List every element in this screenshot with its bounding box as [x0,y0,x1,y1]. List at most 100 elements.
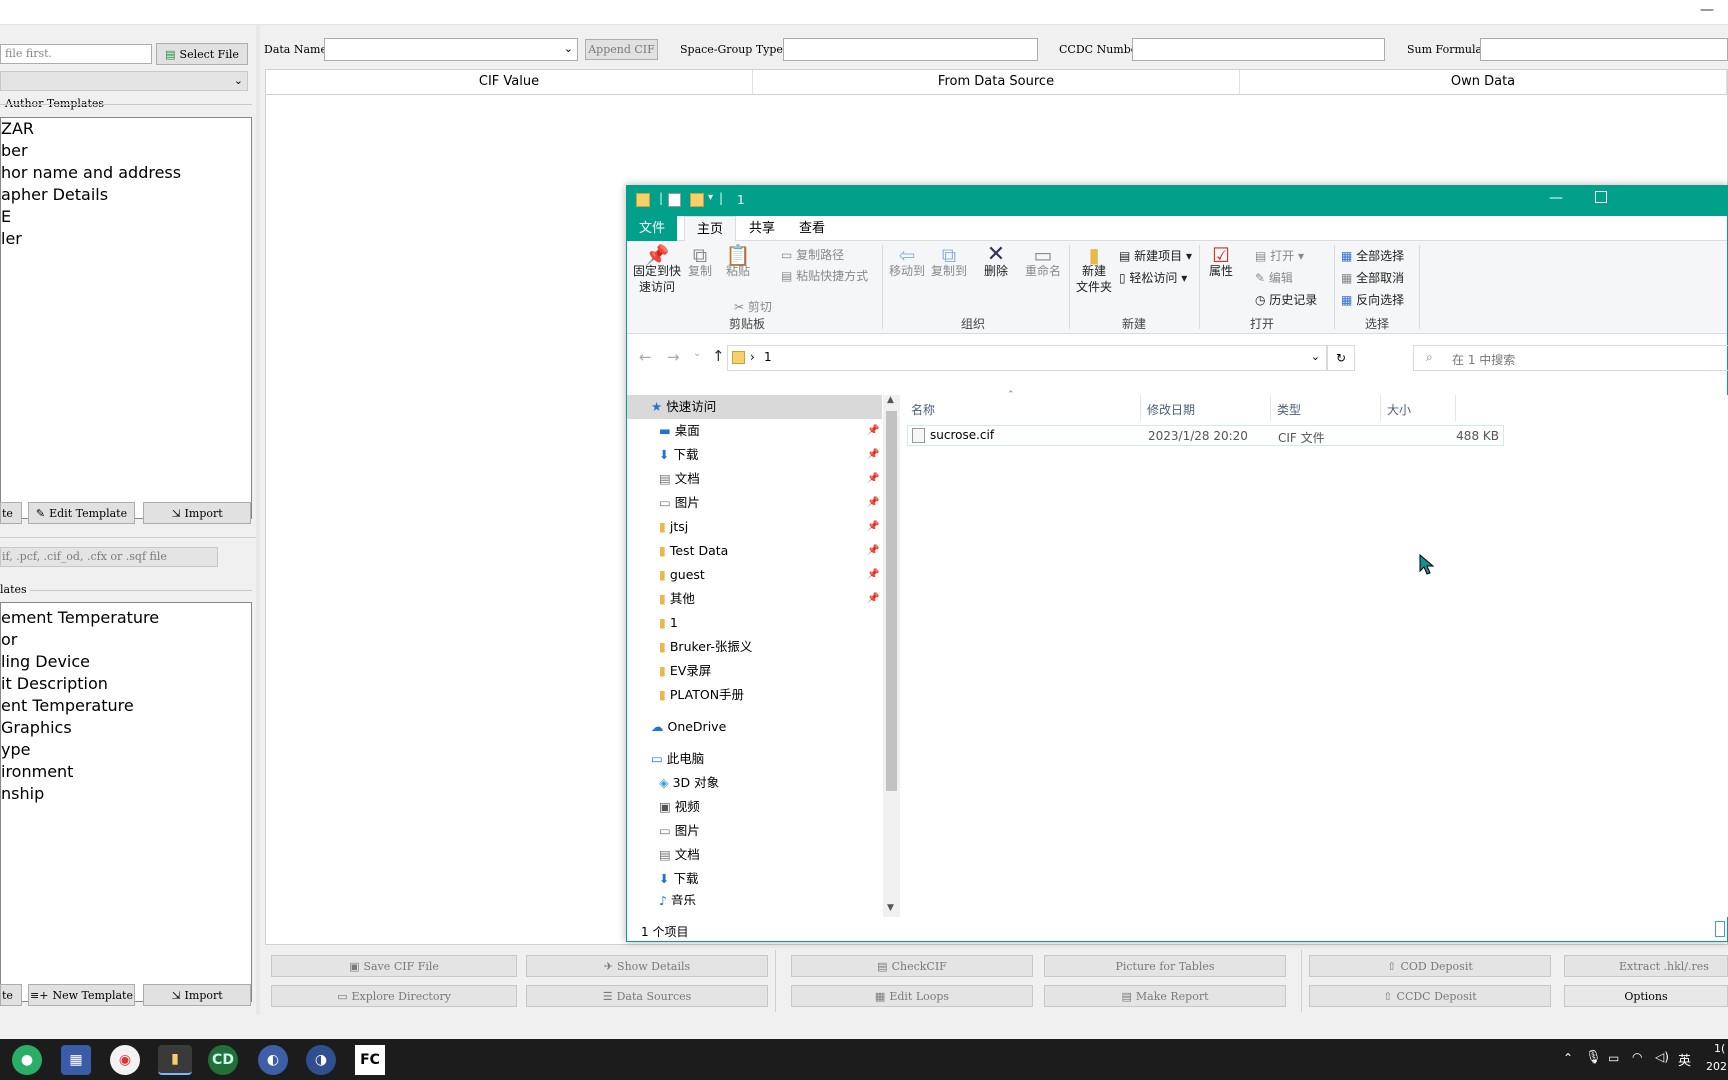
pin-icon[interactable]: 📌 [867,491,879,515]
nav-pc-downloads[interactable]: ⬇ 下载 [659,867,698,891]
list-item[interactable]: ype [1,739,251,761]
new-folder-icon[interactable] [690,193,704,207]
list-item[interactable]: ent Temperature [1,695,251,717]
list-item[interactable]: or [1,629,251,651]
list-item[interactable]: hor name and address [1,162,251,184]
pin-icon[interactable]: 📌 [867,467,879,491]
select-file-button[interactable]: ▤ Select File [156,43,248,65]
scroll-thumb[interactable] [886,411,897,791]
list-item[interactable]: apher Details [1,184,251,206]
ccdc-app-icon[interactable]: CD [208,1045,238,1075]
up-icon[interactable]: ↑ [712,347,725,365]
app-icon[interactable]: ◐ [258,1045,288,1075]
new-template-button[interactable]: ≡+ New Template [28,984,135,1006]
search-box[interactable]: ⌕ 在 1 中搜索 [1413,345,1728,371]
nav-bruker[interactable]: ▮ Bruker-张振义 [659,635,752,659]
splitter[interactable] [256,25,260,1015]
make-report-button[interactable]: ▤ Make Report [1044,985,1286,1007]
column-own-data[interactable]: Own Data [1240,70,1727,94]
show-hidden-icons[interactable]: ⌃ [1563,1051,1573,1065]
nav-test-data[interactable]: ▮ Test Data [659,539,728,563]
show-details-button[interactable]: ✈ Show Details [526,955,768,977]
nav-other[interactable]: ▮ 其他 [659,587,695,611]
easy-access-button[interactable]: ▯ 轻松访问 ▾ [1119,270,1187,286]
wechat-icon[interactable]: ● [12,1045,42,1075]
minimize-icon[interactable]: — [1549,190,1563,206]
maximize-icon[interactable] [1595,191,1607,203]
calculator-icon[interactable]: ▦ [61,1045,91,1075]
paste-button[interactable]: 📋 粘贴 [720,245,756,279]
list-item[interactable]: ling Device [1,651,251,673]
app-icon-2[interactable]: ◑ [306,1045,336,1075]
extract-hkl-button[interactable]: Extract .hkl/.res [1564,955,1728,977]
open-button[interactable]: ▤ 打开 ▾ [1255,248,1304,264]
list-item[interactable]: ber [1,140,251,162]
properties-button[interactable]: ☑ 属性 [1204,245,1238,279]
forward-icon[interactable]: → [667,348,680,366]
file-path-input[interactable]: file first. [0,44,152,64]
finalcif-icon[interactable]: FC [355,1045,385,1075]
clock-date[interactable]: 202 [1706,1060,1727,1073]
list-item[interactable]: ZAR [1,118,251,140]
volume-icon[interactable]: ◁) [1655,1050,1669,1064]
templates-list[interactable]: ement Temperature or ling Device it Desc… [0,602,252,1002]
scroll-down-icon[interactable]: ▼ [887,903,894,913]
refresh-icon[interactable]: ↻ [1327,345,1355,371]
battery-icon[interactable]: ▭ [1608,1051,1619,1065]
list-item[interactable]: ironment [1,761,251,783]
list-item[interactable]: ler [1,228,251,250]
nav-pc-documents[interactable]: ▤ 文档 [659,843,700,867]
table-row[interactable]: sucrose.cif 2023/1/28 20:20 CIF 文件 488 K… [907,425,1504,446]
append-cif-button[interactable]: Append CIF [585,39,658,60]
tab-view[interactable]: 查看 [787,216,837,241]
new-folder-button[interactable]: ▮ 新建 文件夹 [1074,245,1114,295]
nav-videos[interactable]: ▣ 视频 [659,795,700,819]
details-view-icon[interactable] [1715,921,1725,937]
nav-pc-music[interactable]: ♪ 音乐 [659,891,696,905]
paste-shortcut-button[interactable]: ▤ 粘贴快捷方式 [781,268,868,284]
options-button[interactable]: Options [1564,985,1728,1007]
minimize-icon[interactable]: — [1700,2,1714,18]
microphone-icon[interactable]: 🎙 [1585,1050,1602,1065]
nav-platon[interactable]: ▮ PLATON手册 [659,683,744,707]
data-sources-button[interactable]: ☰ Data Sources [526,985,768,1007]
data-name-select[interactable]: ⌄ [324,38,578,61]
copy-path-button[interactable]: ▭ 复制路径 [781,247,844,263]
history-button[interactable]: ◷ 历史记录 [1255,292,1317,308]
chevron-down-icon[interactable]: ⌄ [1311,350,1320,363]
checkcif-button[interactable]: ▤ CheckCIF [791,955,1033,977]
space-group-input[interactable] [783,38,1038,61]
column-from-data-source[interactable]: From Data Source [753,70,1240,94]
column-type[interactable]: 类型 [1277,401,1301,418]
cut-button[interactable]: ✂ 剪切 [734,299,772,315]
clock-time[interactable]: 1( [1714,1042,1725,1055]
nav-quick-access[interactable]: ★ 快速访问 [627,395,882,419]
sum-formula-input[interactable] [1480,38,1728,61]
nav-this-pc[interactable]: ▭ 此电脑 [651,747,704,771]
chrome-icon[interactable]: ◉ [110,1045,140,1075]
template-button-partial[interactable]: te [0,984,22,1006]
move-to-button[interactable]: ⇦ 移动到 [887,245,927,279]
list-item[interactable]: E [1,206,251,228]
pin-icon[interactable]: 📌 [867,587,879,611]
nav-scrollbar[interactable]: ▲ ▼ [883,395,900,917]
scroll-up-icon[interactable]: ▲ [887,395,894,405]
column-cif-value[interactable]: CIF Value [266,70,753,94]
tab-share[interactable]: 共享 [737,216,787,241]
author-templates-list[interactable]: ZAR ber hor name and address apher Detai… [0,117,252,519]
select-none-button[interactable]: ▦ 全部取消 [1341,270,1404,286]
copy-to-button[interactable]: ⧉ 复制到 [929,245,969,279]
save-cif-button[interactable]: ▣ Save CIF File [271,955,517,977]
nav-3d-objects[interactable]: ◈ 3D 对象 [659,771,719,795]
import-button[interactable]: ⇲ Import [143,502,251,524]
back-icon[interactable]: ← [639,348,652,366]
ccdc-deposit-button[interactable]: ⇧ CCDC Deposit [1309,985,1551,1007]
nav-ev[interactable]: ▮ EV录屏 [659,659,711,683]
invert-selection-button[interactable]: ▦ 反向选择 [1341,292,1404,308]
nav-jtsj[interactable]: ▮ jtsj [659,515,688,539]
template-button-partial[interactable]: te [0,502,22,524]
column-size[interactable]: 大小 [1387,401,1411,418]
nav-pictures[interactable]: ▭ 图片 [659,491,700,515]
import-button-2[interactable]: ⇲ Import [143,984,251,1006]
pin-icon[interactable]: 📌 [867,443,879,467]
